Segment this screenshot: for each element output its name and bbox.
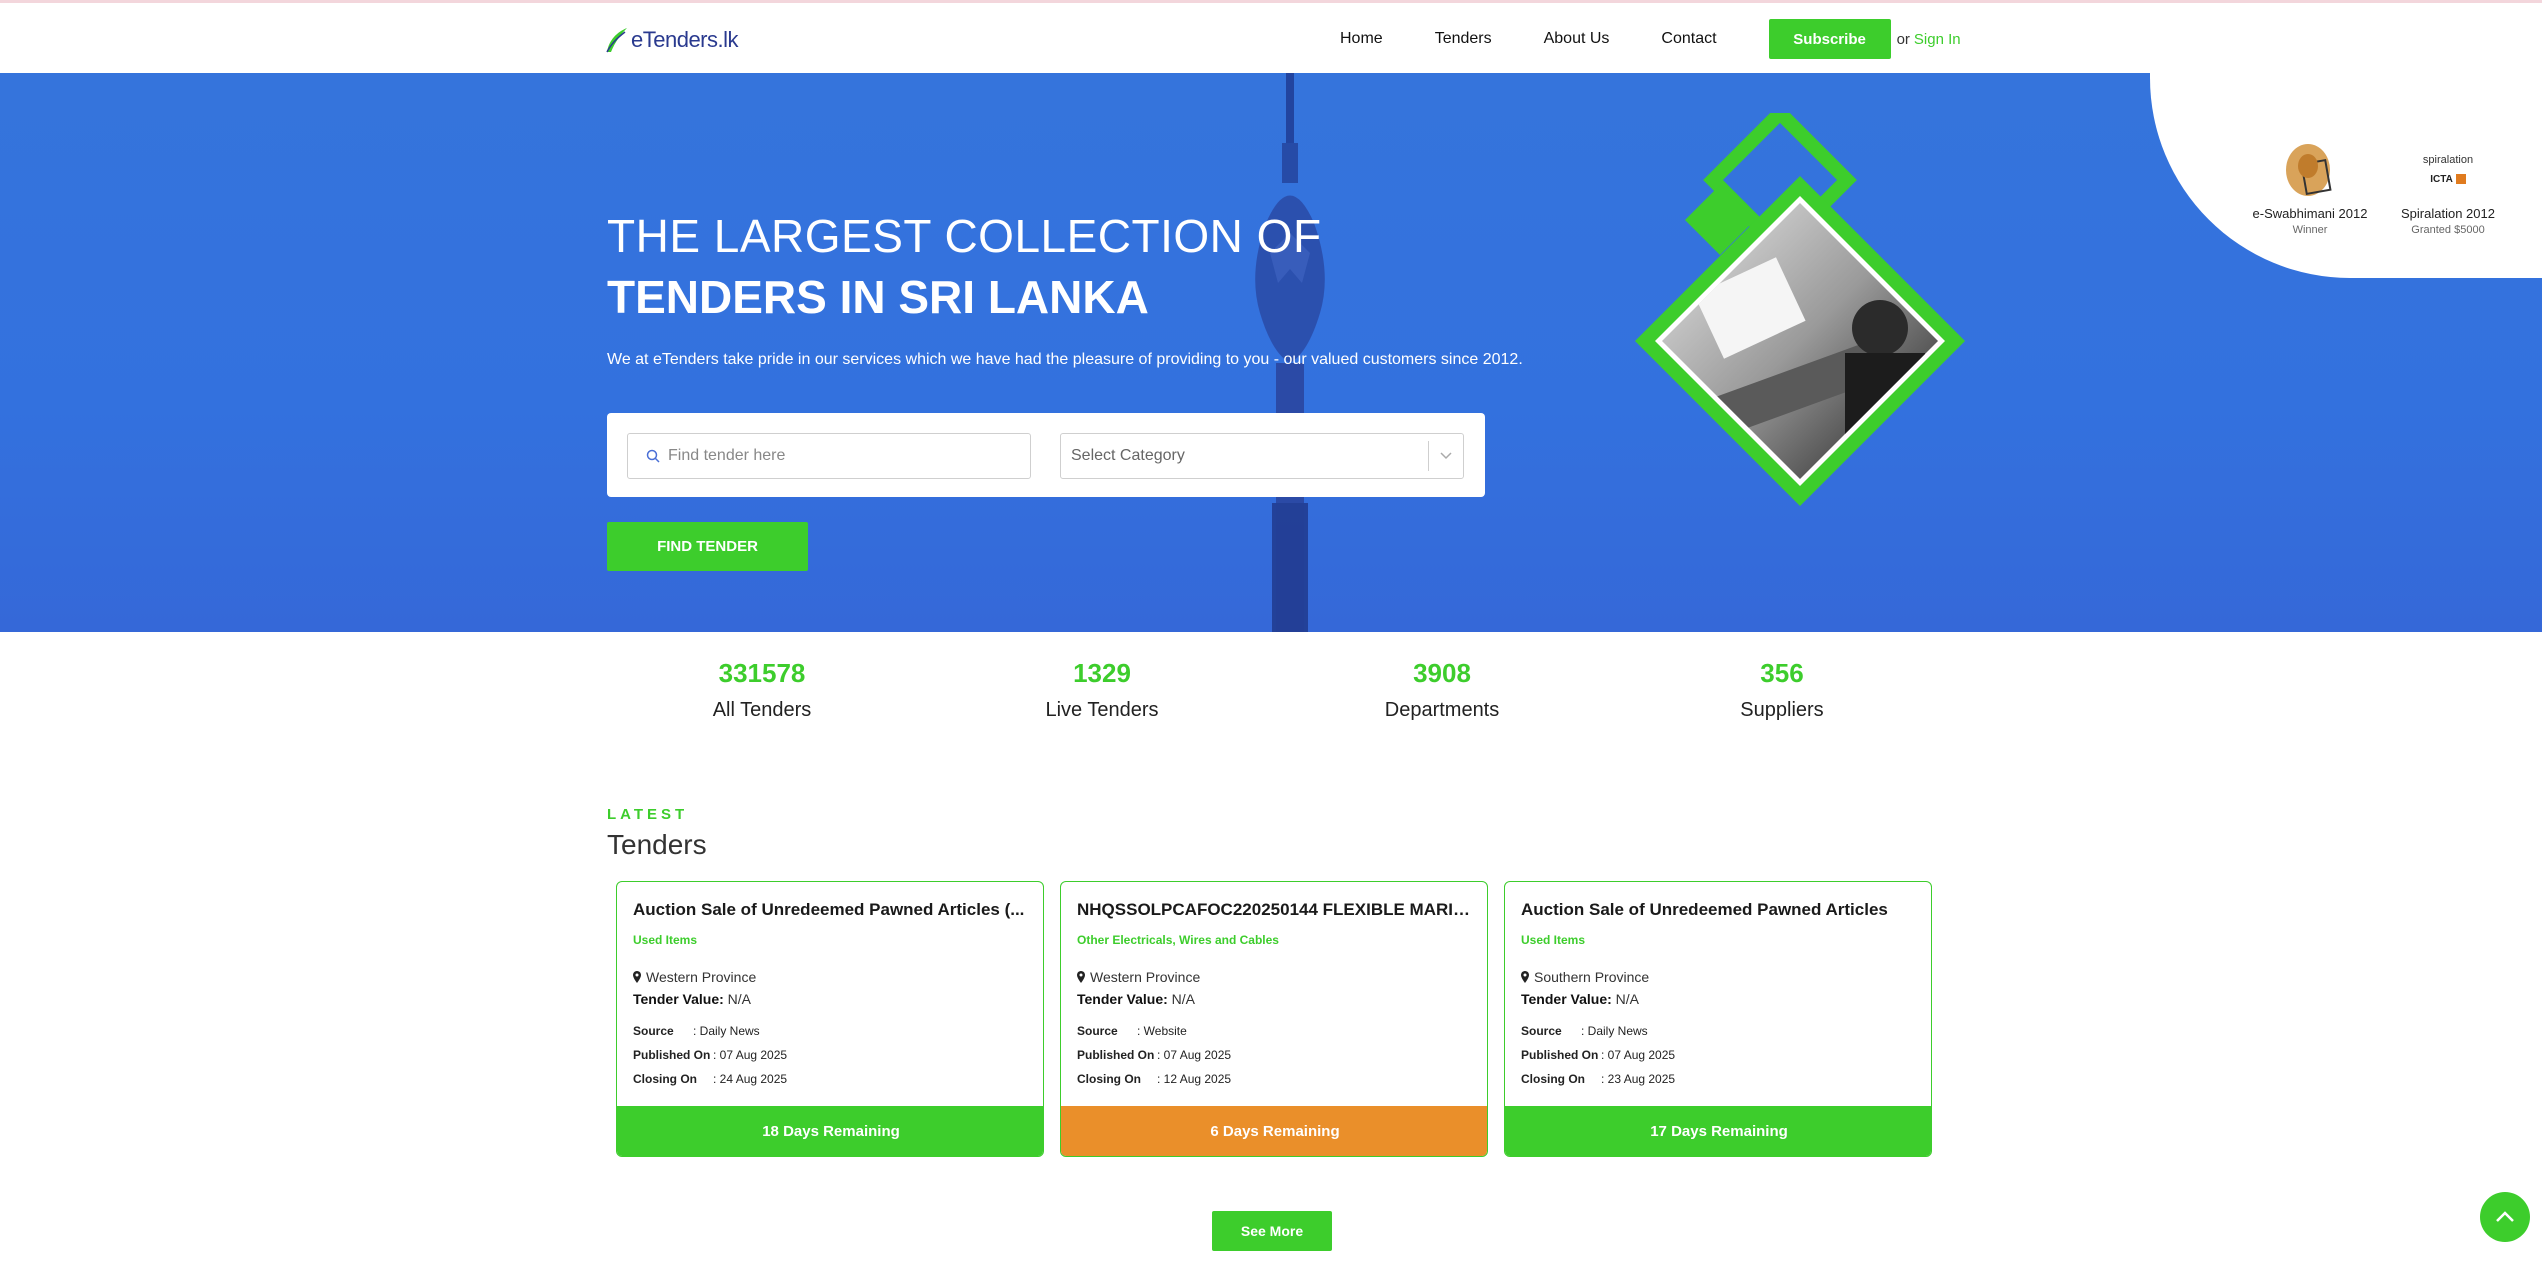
tender-category: Other Electricals, Wires and Cables	[1077, 933, 1279, 947]
tender-published: Published On: 07 Aug 2025	[1077, 1048, 1232, 1062]
award-spiralation: spiralation ICTA Spiralation 2012 Grante…	[2401, 153, 2495, 237]
latest-kicker: LATEST	[607, 806, 689, 823]
tender-location: Western Province	[633, 969, 756, 985]
hero-diamond-illustration	[1635, 113, 1965, 506]
chevron-up-icon	[2496, 1211, 2514, 1222]
tender-published: Published On: 07 Aug 2025	[1521, 1048, 1676, 1062]
main-nav: Home Tenders About Us Contact Subscribe …	[1340, 19, 1961, 59]
stat-all-tenders: 331578 All Tenders	[712, 658, 812, 721]
tender-title[interactable]: Auction Sale of Unredeemed Pawned Articl…	[1521, 900, 1919, 920]
see-more-button[interactable]: See More	[1212, 1211, 1332, 1251]
tender-closing: Closing On: 12 Aug 2025	[1077, 1072, 1232, 1086]
site-header: eTenders.lk Home Tenders About Us Contac…	[0, 3, 2542, 73]
nav-about-us[interactable]: About Us	[1544, 30, 1610, 48]
hero-subtitle: We at eTenders take pride in our service…	[607, 351, 1523, 368]
tender-closing: Closing On: 24 Aug 2025	[633, 1072, 788, 1086]
search-icon	[646, 449, 660, 463]
or-text: or	[1896, 30, 1910, 48]
search-field[interactable]	[627, 433, 1031, 479]
tender-title[interactable]: NHQSSOLPCAFOC220250144 FLEXIBLE MARINE S…	[1077, 900, 1475, 920]
site-logo[interactable]: eTenders.lk	[603, 23, 739, 57]
award-trophy-icon	[2286, 144, 2332, 196]
nav-contact[interactable]: Contact	[1661, 30, 1716, 48]
stat-live-tenders: 1329 Live Tenders	[1045, 658, 1159, 721]
spiralation-logo-text: spiralation	[2422, 153, 2474, 166]
tender-title[interactable]: Auction Sale of Unredeemed Pawned Articl…	[633, 900, 1031, 920]
search-input[interactable]	[668, 447, 1008, 465]
award-e-swabhimani: e-Swabhimani 2012 Winner	[2242, 138, 2378, 236]
category-select[interactable]: Select Category	[1060, 433, 1464, 479]
tender-source: Source: Website	[1077, 1024, 1187, 1038]
nav-tenders[interactable]: Tenders	[1435, 30, 1492, 48]
stat-departments: 3908 Departments	[1384, 658, 1500, 721]
subscribe-button[interactable]: Subscribe	[1768, 19, 1891, 59]
logo-text: eTenders.lk	[631, 27, 739, 52]
map-marker-icon	[1077, 971, 1085, 983]
stat-suppliers: 356 Suppliers	[1740, 658, 1824, 721]
tender-published: Published On: 07 Aug 2025	[633, 1048, 788, 1062]
latest-title: Tenders	[607, 829, 707, 860]
map-marker-icon	[633, 971, 641, 983]
days-remaining-bar[interactable]: 18 Days Remaining	[617, 1106, 1043, 1156]
find-tender-button[interactable]: FIND TENDER	[607, 522, 808, 571]
tender-card[interactable]: Auction Sale of Unredeemed Pawned Articl…	[616, 881, 1044, 1157]
tender-location: Southern Province	[1521, 969, 1649, 985]
icta-logo-icon	[2455, 174, 2466, 184]
tender-source: Source: Daily News	[633, 1024, 760, 1038]
tender-value: Tender Value: N/A	[1077, 991, 1196, 1007]
leaf-logo-icon	[606, 28, 627, 53]
sign-in-link[interactable]: Sign In	[1914, 31, 1961, 48]
tender-category: Used Items	[633, 933, 698, 947]
map-marker-icon	[1521, 971, 1529, 983]
hero-title-line-1: THE LARGEST COLLECTION OF	[607, 210, 1322, 262]
tender-source: Source: Daily News	[1521, 1024, 1648, 1038]
tender-value: Tender Value: N/A	[633, 991, 752, 1007]
tender-card[interactable]: Auction Sale of Unredeemed Pawned Articl…	[1504, 881, 1932, 1157]
search-panel: Select Category	[607, 413, 1485, 497]
category-select-label: Select Category	[1071, 447, 1185, 464]
tender-card[interactable]: NHQSSOLPCAFOC220250144 FLEXIBLE MARINE S…	[1060, 881, 1488, 1157]
chevron-down-icon	[1429, 452, 1463, 460]
tender-closing: Closing On: 23 Aug 2025	[1521, 1072, 1676, 1086]
scroll-to-top-button[interactable]	[2480, 1192, 2530, 1242]
tender-location: Western Province	[1077, 969, 1200, 985]
icta-logo-text: ICTA	[2430, 173, 2453, 185]
tender-category: Used Items	[1521, 933, 1586, 947]
tender-value: Tender Value: N/A	[1521, 991, 1640, 1007]
nav-home[interactable]: Home	[1340, 30, 1383, 48]
days-remaining-bar[interactable]: 17 Days Remaining	[1505, 1106, 1931, 1156]
hero-banner: THE LARGEST COLLECTION OF TENDERS IN SRI…	[0, 73, 2542, 632]
days-remaining-bar[interactable]: 6 Days Remaining	[1061, 1106, 1487, 1156]
hero-title-line-2: TENDERS IN SRI LANKA	[607, 271, 1149, 323]
